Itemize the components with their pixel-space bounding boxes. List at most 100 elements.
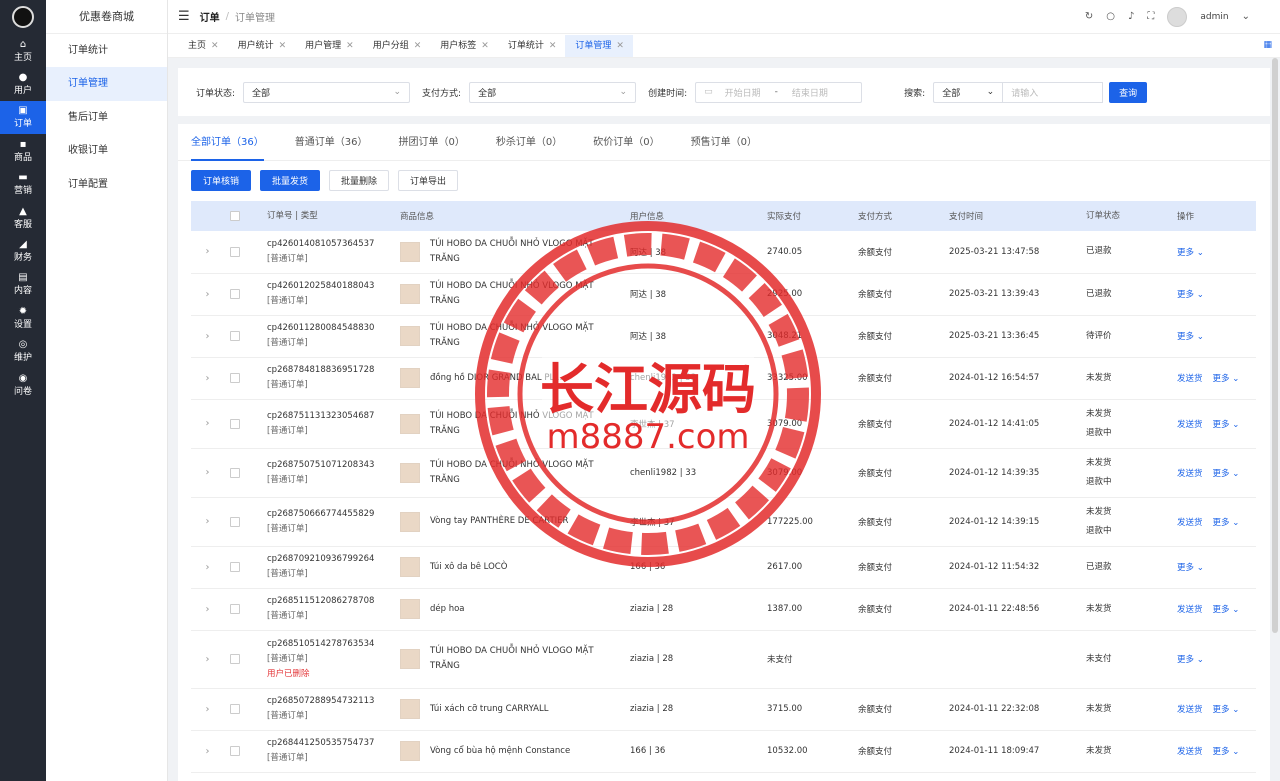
chevron-right-icon[interactable]: › xyxy=(206,746,210,757)
row-checkbox[interactable] xyxy=(230,704,240,714)
rail-item-9[interactable]: ◎ 维护 xyxy=(0,335,46,368)
chevron-right-icon[interactable]: › xyxy=(206,562,210,573)
page-tab-4[interactable]: 用户标签 ✕ xyxy=(430,35,498,57)
order-tab-2[interactable]: 拼团订单（0） xyxy=(398,124,464,161)
page-tab-0[interactable]: 主页 ✕ xyxy=(178,35,228,57)
subnav-item-2[interactable]: 售后订单 xyxy=(46,101,167,134)
more-link[interactable]: 更多 ⌄ xyxy=(1213,605,1240,615)
query-button[interactable]: 查询 xyxy=(1109,81,1148,103)
bell-icon[interactable]: ♪ xyxy=(1128,11,1134,22)
more-link[interactable]: 更多 ⌄ xyxy=(1177,563,1204,573)
menu-toggle-icon[interactable]: ☰ xyxy=(178,9,190,24)
close-icon[interactable]: ✕ xyxy=(616,41,624,51)
chevron-right-icon[interactable]: › xyxy=(206,246,210,257)
ship-link[interactable]: 发送货 xyxy=(1177,374,1203,384)
breadcrumb-root[interactable]: 订单 xyxy=(200,9,220,24)
avatar[interactable] xyxy=(1167,6,1188,27)
more-link[interactable]: 更多 ⌄ xyxy=(1177,332,1204,342)
close-icon[interactable]: ✕ xyxy=(279,41,287,51)
close-icon[interactable]: ✕ xyxy=(481,41,489,51)
page-scrollbar[interactable] xyxy=(1272,58,1278,633)
ship-link[interactable]: 发送货 xyxy=(1177,420,1203,430)
status-select[interactable]: 全部 ⌄ xyxy=(243,81,411,103)
row-checkbox[interactable] xyxy=(230,516,240,527)
rail-item-3[interactable]: ▪ 商品 xyxy=(0,134,46,167)
chevron-right-icon[interactable]: › xyxy=(206,289,210,300)
search-icon[interactable]: ○ xyxy=(1106,11,1115,22)
chevron-right-icon[interactable]: › xyxy=(206,654,210,665)
verify-order-button[interactable]: 订单核销 xyxy=(191,170,252,191)
fullscreen-icon[interactable]: ⛶ xyxy=(1147,11,1154,22)
subnav-item-3[interactable]: 收银订单 xyxy=(46,134,167,167)
ship-link[interactable]: 发送货 xyxy=(1177,605,1203,615)
chevron-right-icon[interactable]: › xyxy=(206,516,210,527)
batch-delete-button[interactable]: 批量删除 xyxy=(329,170,390,191)
order-tab-5[interactable]: 预售订单（0） xyxy=(691,124,757,161)
row-checkbox[interactable] xyxy=(230,746,240,756)
rail-item-1[interactable]: ● 用户 xyxy=(0,67,46,100)
refresh-icon[interactable]: ↻ xyxy=(1085,11,1093,22)
close-icon[interactable]: ✕ xyxy=(346,41,354,51)
page-tab-2[interactable]: 用户管理 ✕ xyxy=(295,35,363,57)
more-link[interactable]: 更多 ⌄ xyxy=(1213,705,1240,715)
row-checkbox[interactable] xyxy=(230,604,240,614)
row-checkbox[interactable] xyxy=(230,467,240,478)
more-link[interactable]: 更多 ⌄ xyxy=(1213,469,1240,479)
rail-item-2[interactable]: ▣ 订单 xyxy=(0,100,46,135)
more-link[interactable]: 更多 ⌄ xyxy=(1177,655,1204,665)
page-tab-1[interactable]: 用户统计 ✕ xyxy=(228,35,296,57)
page-tab-3[interactable]: 用户分组 ✕ xyxy=(363,35,431,57)
rail-item-5[interactable]: ▲ 客服 xyxy=(0,201,46,234)
pay-method-select[interactable]: 全部 ⌄ xyxy=(469,81,637,103)
search-input[interactable]: 请输入 xyxy=(1003,81,1104,103)
subnav-item-4[interactable]: 订单配置 xyxy=(46,168,167,201)
grid-icon[interactable]: ▦ xyxy=(1263,40,1272,50)
rail-item-6[interactable]: ◢ 财务 xyxy=(0,234,46,267)
close-icon[interactable]: ✕ xyxy=(549,41,557,51)
page-tab-5[interactable]: 订单统计 ✕ xyxy=(498,35,566,57)
rail-item-0[interactable]: ⌂ 主页 xyxy=(0,34,46,67)
order-tab-0[interactable]: 全部订单（36） xyxy=(191,124,264,161)
date-range-picker[interactable]: ▭ 开始日期 - 结束日期 xyxy=(695,81,863,103)
row-checkbox[interactable] xyxy=(230,654,240,664)
ship-link[interactable]: 发送货 xyxy=(1177,469,1203,479)
more-link[interactable]: 更多 ⌄ xyxy=(1213,420,1240,430)
more-link[interactable]: 更多 ⌄ xyxy=(1213,747,1240,757)
export-orders-button[interactable]: 订单导出 xyxy=(398,170,459,191)
order-tab-3[interactable]: 秒杀订单（0） xyxy=(496,124,562,161)
rail-item-10[interactable]: ◉ 问卷 xyxy=(0,368,46,401)
row-checkbox[interactable] xyxy=(230,562,240,572)
order-tab-4[interactable]: 砍价订单（0） xyxy=(593,124,659,161)
rail-item-4[interactable]: ▬ 营销 xyxy=(0,168,46,201)
date-start[interactable]: 开始日期 xyxy=(725,86,761,99)
chevron-right-icon[interactable]: › xyxy=(206,467,210,478)
row-checkbox[interactable] xyxy=(230,246,240,257)
select-all-checkbox[interactable] xyxy=(230,211,240,221)
order-tab-1[interactable]: 普通订单（36） xyxy=(295,124,368,161)
search-scope-select[interactable]: 全部 ⌄ xyxy=(933,81,1004,103)
subnav-item-0[interactable]: 订单统计 xyxy=(46,34,167,67)
close-icon[interactable]: ✕ xyxy=(414,41,422,51)
more-link[interactable]: 更多 ⌄ xyxy=(1177,290,1204,300)
ship-link[interactable]: 发送货 xyxy=(1177,747,1203,757)
chevron-right-icon[interactable]: › xyxy=(206,704,210,715)
page-tab-6[interactable]: 订单管理 ✕ xyxy=(565,35,633,57)
more-link[interactable]: 更多 ⌄ xyxy=(1213,518,1240,528)
chevron-right-icon[interactable]: › xyxy=(206,331,210,342)
more-link[interactable]: 更多 ⌄ xyxy=(1213,374,1240,384)
ship-link[interactable]: 发送货 xyxy=(1177,518,1203,528)
batch-ship-button[interactable]: 批量发货 xyxy=(260,170,321,191)
row-checkbox[interactable] xyxy=(230,418,240,429)
rail-item-7[interactable]: ▤ 内容 xyxy=(0,268,46,301)
username[interactable]: admin xyxy=(1200,12,1228,22)
subnav-item-1[interactable]: 订单管理 xyxy=(46,67,167,101)
close-icon[interactable]: ✕ xyxy=(211,41,219,51)
more-link[interactable]: 更多 ⌄ xyxy=(1177,248,1204,258)
ship-link[interactable]: 发送货 xyxy=(1177,705,1203,715)
chevron-right-icon[interactable]: › xyxy=(206,373,210,384)
chevron-right-icon[interactable]: › xyxy=(206,604,210,615)
chevron-down-icon[interactable]: ⌄ xyxy=(1242,11,1250,22)
row-checkbox[interactable] xyxy=(230,289,240,299)
date-end[interactable]: 结束日期 xyxy=(792,86,828,99)
rail-item-8[interactable]: ✹ 设置 xyxy=(0,301,46,334)
